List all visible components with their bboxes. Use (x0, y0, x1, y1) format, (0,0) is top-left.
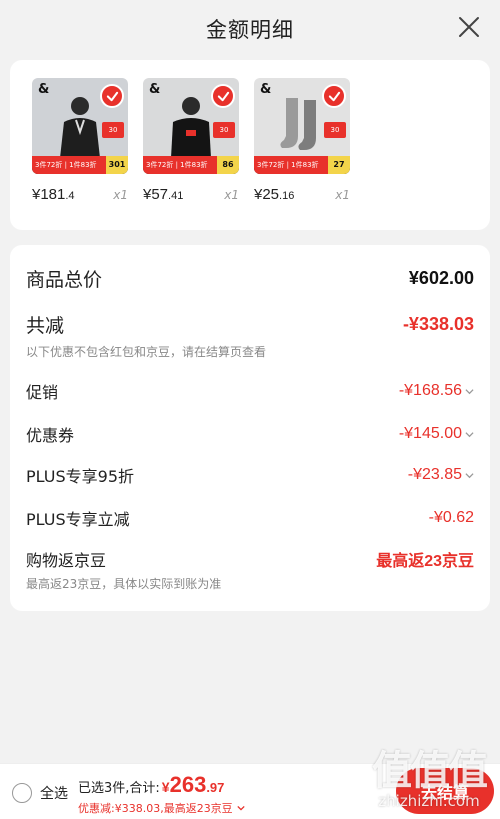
close-button[interactable] (456, 14, 482, 40)
total-amount: 263 (169, 772, 207, 797)
product-qty: x1 (113, 188, 128, 202)
selected-count-text: 已选3件,合计: (78, 781, 160, 796)
discount-badge: 30 (102, 122, 124, 138)
checkout-button[interactable]: 去结算 (396, 768, 494, 814)
reduce-label: 共减 (26, 315, 65, 337)
reduce-row: 共减 -¥338.03 (26, 311, 474, 338)
jingdou-value: 最高返23京豆 (376, 553, 474, 570)
select-all-radio[interactable] (12, 783, 32, 803)
price-summary-card: 商品总价 ¥602.00 共减 -¥338.03 以下优惠不包含红包和京豆，请在… (10, 245, 490, 611)
product-qty: x1 (335, 188, 350, 202)
plus-minus-value: -¥0.62 (428, 509, 474, 526)
check-icon (328, 91, 340, 101)
reduce-value: -¥338.03 (402, 314, 474, 334)
product-item[interactable]: & 30 3件72折 | 1件83折 301 ¥181.4 x1 (32, 78, 128, 203)
promo-strip: 3件72折 | 1件83折 301 (32, 156, 128, 174)
brand-logo: & (149, 82, 161, 97)
check-icon (217, 91, 229, 101)
plus95-value: -¥23.85 (408, 466, 474, 484)
promo-text: 3件72折 | 1件83折 (254, 156, 328, 174)
reduce-note: 以下优惠不包含红包和京豆，请在结算页查看 (26, 345, 267, 359)
promo-text: 3件72折 | 1件83折 (143, 156, 217, 174)
select-all-label: 全选 (40, 786, 68, 802)
chevron-down-icon (465, 472, 474, 478)
jingdou-label: 购物返京豆 (26, 551, 107, 570)
promo-strip: 3件72折 | 1件83折 27 (254, 156, 350, 174)
promo-text: 3件72折 | 1件83折 (32, 156, 106, 174)
brand-logo: & (38, 82, 50, 97)
discount-badge: 30 (213, 122, 235, 138)
header: 金额明细 (0, 0, 500, 60)
socks-image (280, 98, 316, 150)
discount-text: 优惠减:¥338.03,最高返23京豆 (78, 802, 233, 815)
price-row: ¥25.16 x1 (254, 186, 350, 203)
model-jacket-image (60, 97, 100, 158)
plus-minus-row: PLUS专享立减 -¥0.62 (26, 506, 474, 530)
currency-symbol: ¥ (161, 779, 170, 795)
coupon-value: -¥145.00 (399, 425, 474, 443)
chevron-down-icon (465, 388, 474, 394)
jingdou-note: 最高返23京豆，具体以实际到账为准 (26, 577, 222, 591)
price-row: ¥181.4 x1 (32, 186, 128, 203)
price-row: ¥57.41 x1 (143, 186, 239, 203)
product-image: & 30 3件72折 | 1件83折 301 (32, 78, 128, 174)
chevron-down-icon (465, 431, 474, 437)
total-value: ¥602.00 (408, 268, 474, 288)
page-title: 金额明细 (206, 18, 294, 42)
product-qty: x1 (224, 188, 239, 202)
promo-strip: 3件72折 | 1件83折 86 (143, 156, 239, 174)
checkout-bar: 全选 已选3件,合计: ¥ 263 .97 优惠减:¥338.03,最高返23京… (0, 763, 500, 819)
selected-check[interactable] (100, 84, 124, 108)
plus95-label: PLUS专享95折 (26, 467, 134, 486)
coupon-row[interactable]: 优惠券 -¥145.00 (26, 422, 474, 446)
promo-count: 301 (106, 156, 128, 174)
chevron-down-icon (237, 805, 245, 811)
product-image: & 30 3件72折 | 1件83折 86 (143, 78, 239, 174)
brand-logo: & (260, 82, 272, 97)
product-price: ¥181.4 (32, 186, 75, 203)
discount-detail-toggle[interactable]: 优惠减:¥338.03,最高返23京豆 (78, 800, 245, 816)
model-tshirt-image (171, 97, 211, 158)
selected-check[interactable] (211, 84, 235, 108)
promo-label: 促销 (26, 383, 59, 402)
total-summary: 已选3件,合计: ¥ 263 .97 (78, 772, 224, 798)
total-row: 商品总价 ¥602.00 (26, 265, 474, 292)
promo-value: -¥168.56 (399, 382, 474, 400)
plus95-row[interactable]: PLUS专享95折 -¥23.85 (26, 463, 474, 487)
plus-minus-label: PLUS专享立减 (26, 510, 130, 529)
total-label: 商品总价 (26, 269, 103, 291)
close-icon (459, 17, 479, 37)
product-price: ¥25.16 (254, 186, 295, 203)
promo-row[interactable]: 促销 -¥168.56 (26, 379, 474, 403)
selected-check[interactable] (322, 84, 346, 108)
product-item[interactable]: & 30 3件72折 | 1件83折 27 ¥25.16 x1 (254, 78, 350, 203)
discount-badge: 30 (324, 122, 346, 138)
product-image: & 30 3件72折 | 1件83折 27 (254, 78, 350, 174)
jingdou-row: 购物返京豆 最高返23京豆 (26, 547, 474, 571)
check-icon (106, 91, 118, 101)
promo-count: 86 (217, 156, 239, 174)
product-list-card: & 30 3件72折 | 1件83折 301 ¥181.4 x1 & 30 3件… (10, 60, 490, 230)
product-price: ¥57.41 (143, 186, 184, 203)
total-amount-decimal: .97 (206, 780, 225, 795)
select-all-toggle[interactable]: 全选 (12, 783, 68, 803)
coupon-label: 优惠券 (26, 426, 75, 445)
promo-count: 27 (328, 156, 350, 174)
product-item[interactable]: & 30 3件72折 | 1件83折 86 ¥57.41 x1 (143, 78, 239, 203)
